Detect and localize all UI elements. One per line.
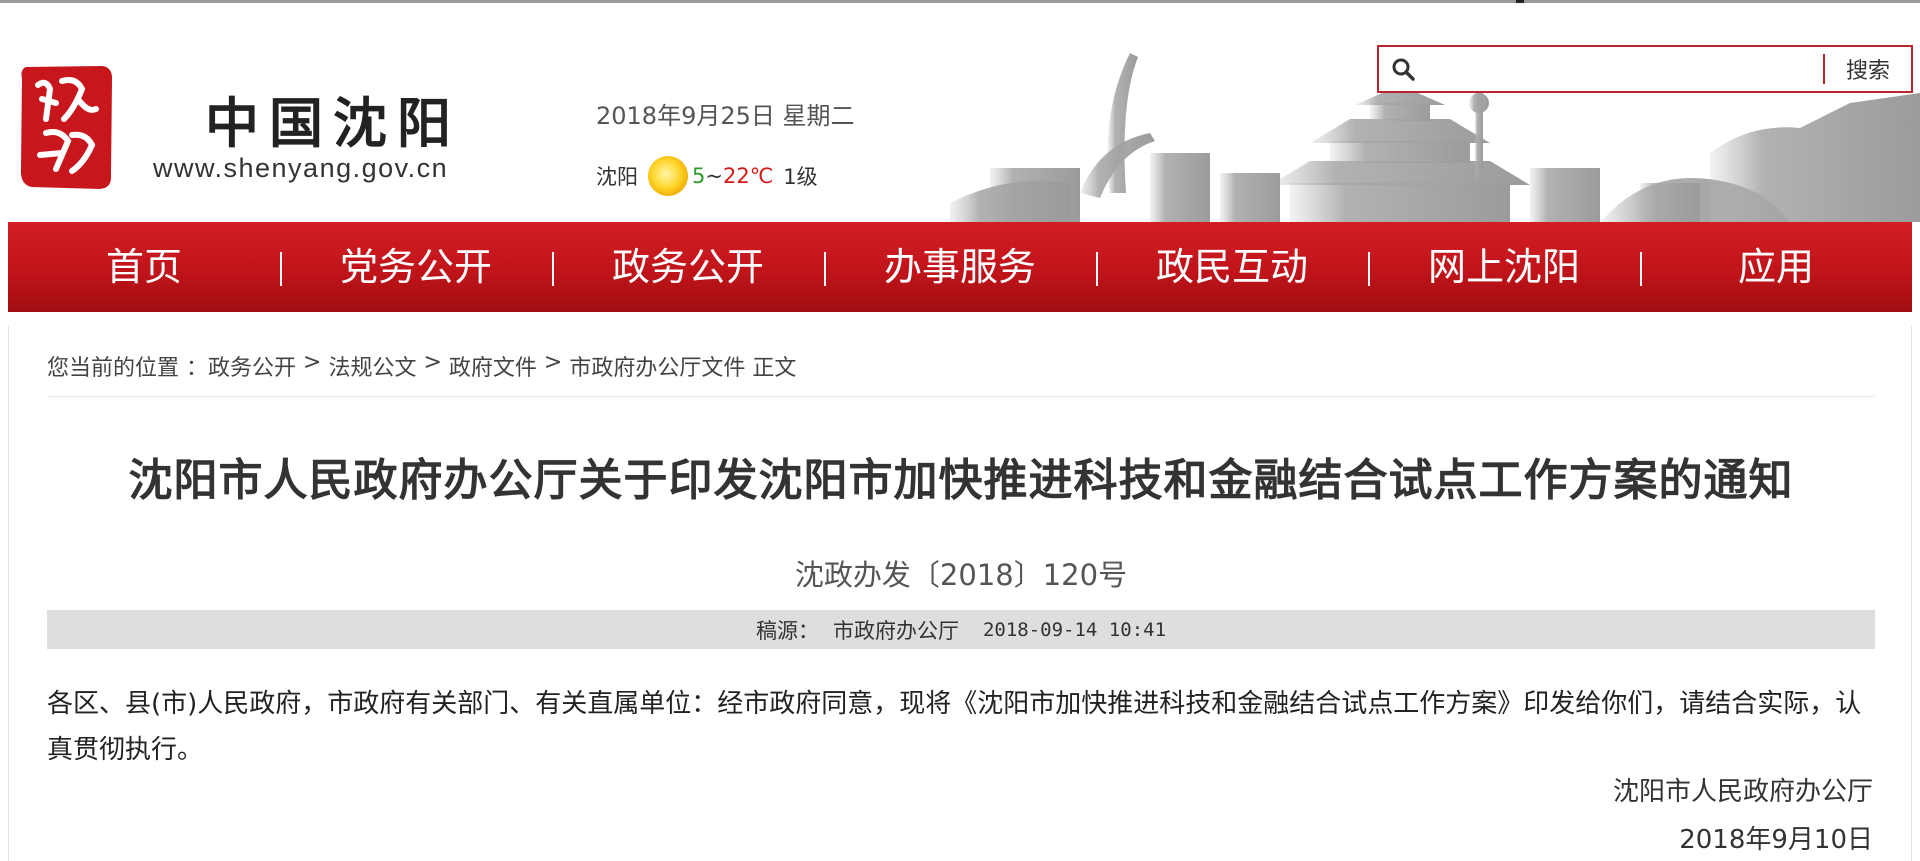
nav-item-party-affairs[interactable]: 党务公开 [280, 222, 552, 312]
breadcrumb-separator: > [536, 350, 570, 375]
document-number: 沈政办发〔2018〕120号 [794, 558, 1128, 592]
search-button[interactable]: 搜索 [1825, 47, 1911, 91]
article-meta-bar: 稿源： 市政府办公厅 2018-09-14 10:41 [47, 610, 1875, 649]
weather-widget: 沈阳 5 ~ 22℃ 1级 [596, 156, 818, 196]
nav-item-services[interactable]: 办事服务 [824, 222, 1096, 312]
breadcrumb-separator: > [416, 350, 449, 375]
nav-item-apps[interactable]: 应用 [1640, 222, 1912, 312]
breadcrumb-prefix: 您当前的位置 ： [47, 356, 208, 381]
search-icon[interactable] [1383, 47, 1423, 91]
breadcrumb-item[interactable]: 市政府办公厅文件 [569, 350, 745, 382]
temp-separator: ~ [705, 164, 723, 188]
wind-level: 1级 [783, 165, 818, 189]
weather-city: 沈阳 [596, 165, 638, 189]
source-label: 稿源： [755, 618, 819, 643]
document-title: 沈阳市人民政府办公厅关于印发沈阳市加快推进科技和金融结合试点工作方案的通知 [128, 455, 1794, 506]
breadcrumb-item[interactable]: 政府文件 [449, 350, 537, 382]
nav-item-interaction[interactable]: 政民互动 [1096, 222, 1368, 312]
breadcrumb-item[interactable]: 政务公开 [208, 350, 296, 382]
site-name[interactable]: 中国沈阳 [205, 79, 461, 158]
breadcrumb-separator: > [296, 350, 329, 375]
publish-time: 2018-09-14 10:41 [982, 618, 1167, 641]
temp-low: 5 [692, 164, 706, 188]
signature-date: 2018年9月10日 [1679, 825, 1873, 855]
signature-organization: 沈阳市人民政府办公厅 [1612, 777, 1873, 807]
site-header: 中国沈阳 www.shenyang.gov.cn 2018年9月25日 星期二 … [0, 3, 1920, 222]
breadcrumb-current: 正文 [745, 350, 796, 382]
breadcrumb: 您当前的位置 ： 政务公开 > 法规公文 > 政府文件 > 市政府办公厅文件 正… [47, 350, 796, 382]
breadcrumb-item[interactable]: 法规公文 [328, 350, 416, 382]
main-nav: 首页 党务公开 政务公开 办事服务 政民互动 网上沈阳 应用 [8, 222, 1912, 312]
site-url[interactable]: www.shenyang.gov.cn [153, 153, 448, 184]
breadcrumb-current-label: 正文 [752, 356, 797, 381]
temp-high: 22℃ [722, 164, 774, 188]
search-input[interactable] [1423, 49, 1823, 89]
nav-item-home[interactable]: 首页 [8, 222, 280, 312]
shenyang-seal-logo[interactable] [16, 59, 116, 195]
source-value: 市政府办公厅 [832, 618, 959, 643]
nav-item-government-affairs[interactable]: 政务公开 [552, 222, 824, 312]
nav-item-online-shenyang[interactable]: 网上沈阳 [1368, 222, 1640, 312]
document-body: 各区、县(市)人民政府，市政府有关部门、有关直属单位：经市政府同意，现将《沈阳市… [47, 689, 1862, 765]
breadcrumb-divider [47, 396, 1875, 397]
sun-icon [648, 156, 688, 196]
article-content: 您当前的位置 ： 政务公开 > 法规公文 > 政府文件 > 市政府办公厅文件 正… [8, 326, 1912, 861]
search-box: 搜索 [1377, 45, 1913, 93]
current-date: 2018年9月25日 星期二 [596, 102, 855, 130]
